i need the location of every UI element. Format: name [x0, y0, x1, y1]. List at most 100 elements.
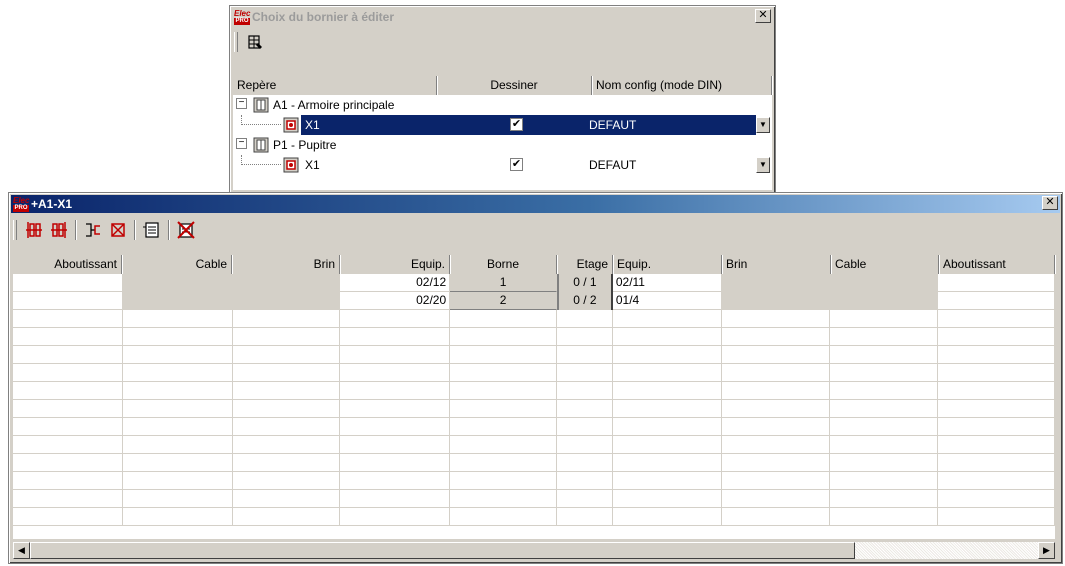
table-cell[interactable] — [233, 310, 341, 328]
table-cell[interactable] — [721, 292, 831, 310]
table-cell[interactable] — [830, 382, 939, 400]
delete-list-icon[interactable] — [175, 219, 197, 241]
table-cell[interactable] — [938, 418, 1055, 436]
table-cell[interactable] — [13, 364, 123, 382]
table-cell[interactable] — [450, 508, 557, 526]
table-cell[interactable]: 02/20 — [340, 292, 451, 310]
table-row[interactable] — [13, 310, 1055, 328]
table-cell[interactable] — [13, 328, 123, 346]
column-header-repere[interactable]: Repère — [233, 76, 437, 95]
table-cell[interactable] — [13, 274, 123, 292]
table-cell[interactable] — [450, 364, 557, 382]
table-cell[interactable] — [613, 364, 722, 382]
document-list-icon[interactable] — [141, 219, 163, 241]
table-cell[interactable] — [938, 508, 1055, 526]
table-cell[interactable] — [722, 382, 831, 400]
table-cell[interactable] — [123, 400, 233, 418]
table-cell[interactable] — [13, 508, 123, 526]
table-cell[interactable] — [13, 472, 123, 490]
table-row[interactable]: 02/20 2 0 / 2 01/4 — [13, 292, 1055, 310]
edit-bornier-icon[interactable] — [244, 31, 266, 53]
config-dropdown-button[interactable]: ▼ — [756, 157, 770, 173]
table-cell[interactable] — [557, 472, 613, 490]
table-cell[interactable] — [722, 310, 831, 328]
table-cell[interactable] — [938, 400, 1055, 418]
table-cell[interactable] — [450, 490, 557, 508]
table-cell[interactable] — [722, 364, 831, 382]
table-cell[interactable] — [722, 418, 831, 436]
table-cell[interactable] — [722, 436, 831, 454]
table-cell[interactable] — [830, 490, 939, 508]
table-cell[interactable] — [233, 454, 341, 472]
table-cell[interactable] — [340, 310, 451, 328]
collapse-toggle-icon[interactable]: − — [236, 98, 247, 109]
table-cell[interactable] — [938, 364, 1055, 382]
table-cell[interactable] — [830, 436, 939, 454]
tree-group-row[interactable]: − A1 - Armoire principale — [233, 95, 772, 115]
table-cell[interactable] — [938, 310, 1055, 328]
table-cell[interactable] — [450, 436, 557, 454]
table-cell[interactable] — [450, 454, 557, 472]
table-cell[interactable] — [830, 508, 939, 526]
column-header-equip-right[interactable]: Equip. — [613, 255, 722, 274]
table-cell[interactable] — [938, 454, 1055, 472]
table-cell[interactable] — [340, 364, 451, 382]
table-cell[interactable] — [938, 490, 1055, 508]
column-header-cable-left[interactable]: Cable — [122, 255, 232, 274]
table-cell[interactable] — [123, 454, 233, 472]
table-cell[interactable] — [830, 418, 939, 436]
table-row[interactable] — [13, 472, 1055, 490]
table-cell[interactable] — [340, 346, 451, 364]
table-cell[interactable] — [450, 328, 557, 346]
table-cell[interactable] — [830, 454, 939, 472]
table-cell[interactable] — [233, 400, 341, 418]
table-cell[interactable] — [722, 346, 831, 364]
column-header-etage[interactable]: Etage — [557, 255, 613, 274]
table-cell[interactable] — [613, 454, 722, 472]
table-cell[interactable] — [123, 364, 233, 382]
table-cell[interactable] — [722, 328, 831, 346]
table-cell[interactable] — [233, 382, 341, 400]
table-cell[interactable] — [722, 490, 831, 508]
table-cell[interactable] — [13, 418, 123, 436]
table-cell[interactable] — [613, 472, 722, 490]
table-cell[interactable] — [123, 490, 233, 508]
table-cell[interactable] — [830, 472, 939, 490]
table-row[interactable]: 02/12 1 0 / 1 02/11 — [13, 274, 1055, 292]
table-cell[interactable] — [233, 418, 341, 436]
table-cell[interactable] — [557, 346, 613, 364]
dialog-title-bar[interactable]: Elec PRO Choix du bornier à éditer ✕ — [232, 8, 773, 26]
terminal-strip-red-icon[interactable] — [48, 219, 70, 241]
table-cell[interactable] — [123, 436, 233, 454]
scroll-left-button[interactable]: ◀ — [13, 542, 30, 559]
table-cell[interactable] — [557, 364, 613, 382]
table-cell[interactable] — [233, 472, 341, 490]
table-cell[interactable] — [122, 274, 233, 292]
table-cell[interactable] — [123, 472, 233, 490]
table-cell[interactable] — [938, 328, 1055, 346]
scroll-right-button[interactable]: ▶ — [1038, 542, 1055, 559]
table-cell[interactable] — [938, 382, 1055, 400]
table-cell[interactable] — [233, 364, 341, 382]
editor-title-bar[interactable]: Elec PRO +A1-X1 ✕ — [11, 195, 1060, 213]
column-header-nom-config[interactable]: Nom config (mode DIN) — [592, 76, 772, 95]
table-cell[interactable]: 02/12 — [340, 274, 451, 292]
table-cell[interactable] — [450, 382, 557, 400]
table-cell[interactable] — [830, 346, 939, 364]
table-cell[interactable] — [557, 418, 613, 436]
tree-item-row-selected[interactable]: X1 ✔ DEFAUT ▼ — [233, 115, 772, 135]
scroll-thumb[interactable] — [30, 542, 855, 559]
toolbar-grip[interactable] — [13, 220, 17, 240]
table-cell[interactable] — [13, 292, 123, 310]
table-row[interactable] — [13, 418, 1055, 436]
table-row[interactable] — [13, 400, 1055, 418]
terminal-strip-icon[interactable] — [23, 219, 45, 241]
table-cell[interactable] — [557, 310, 613, 328]
table-cell[interactable] — [613, 328, 722, 346]
table-cell[interactable] — [450, 346, 557, 364]
column-header-aboutissant-right[interactable]: Aboutissant — [939, 255, 1055, 274]
table-cell[interactable] — [13, 454, 123, 472]
table-cell[interactable] — [613, 310, 722, 328]
table-cell[interactable] — [557, 400, 613, 418]
table-cell[interactable] — [830, 310, 939, 328]
